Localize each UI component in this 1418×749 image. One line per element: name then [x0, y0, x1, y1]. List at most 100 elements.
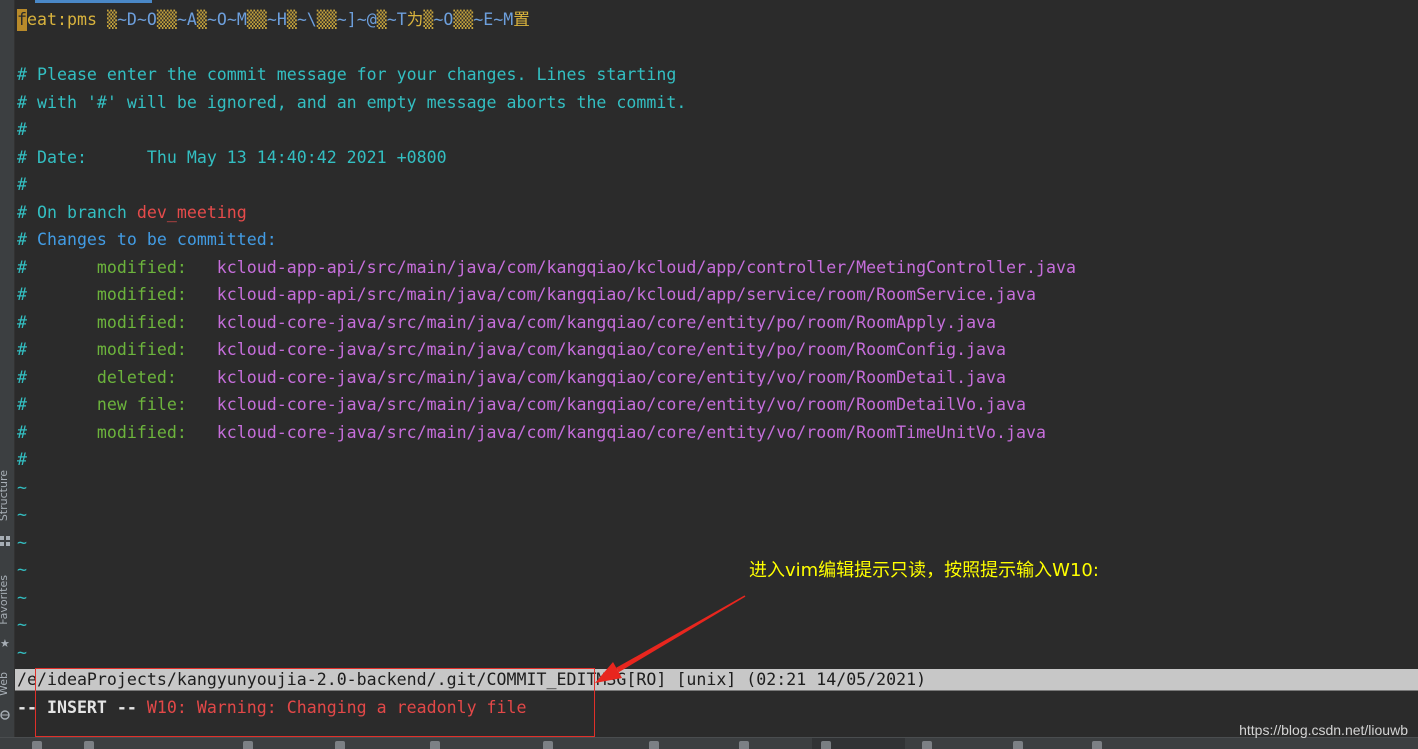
file-path: kcloud-core-java/src/main/java/com/kangq… — [216, 422, 1046, 442]
vim-empty-lines: ~ ~ ~ ~ ~ ~ ~ — [15, 474, 1418, 667]
garbled-bytes: ▒ — [196, 10, 207, 30]
control-chars: ~H — [266, 10, 287, 30]
tool-window-icon — [84, 741, 94, 749]
terminal-tab-indicator — [35, 0, 152, 3]
watermark: https://blog.csdn.net/liouwb — [1239, 722, 1408, 738]
empty-line-tilde: ~ — [17, 477, 27, 497]
comment-text: # On branch — [17, 202, 137, 222]
empty-line-tilde: ~ — [17, 505, 27, 525]
tool-window-button[interactable] — [1092, 741, 1106, 749]
web-icon[interactable] — [0, 710, 10, 720]
commit-subject-line: f eat:pms ▒ ~D~O ▒▒ ~A ▒ ~O~M ▒▒ ~H ▒ ~\ ▒▒ ~]~@ ▒ ~T 为… — [15, 6, 1418, 34]
terminal-icon — [821, 741, 831, 749]
tool-window-button[interactable] — [739, 741, 753, 749]
changed-file-line: # modified: kcloud-core-java/src/main/java… — [15, 419, 1418, 447]
file-status: modified: — [96, 285, 187, 305]
empty-line-tilde: ~ — [17, 532, 27, 552]
sidebar-tab-web[interactable]: Web — [0, 672, 10, 696]
comment-hash: # — [17, 367, 27, 387]
annotation-note: 进入vim编辑提示只读，按照提示输入W10: — [749, 560, 1099, 581]
control-chars: ~T — [386, 10, 407, 30]
file-path: kcloud-app-api/src/main/java/com/kangqia… — [216, 257, 1076, 277]
file-status: modified: — [96, 340, 187, 360]
control-chars: ~D~O — [116, 10, 157, 30]
tool-window-icon — [739, 741, 749, 749]
changed-file-line: # modified: kcloud-app-api/src/main/java/c… — [15, 281, 1418, 309]
comment-line: # Please enter the commit message for yo… — [17, 65, 677, 85]
control-chars: ~]~@ — [336, 10, 377, 30]
comment-hash: # — [17, 312, 27, 332]
comment-hash: # — [17, 285, 27, 305]
tool-window-button[interactable] — [430, 741, 444, 749]
file-status: new file: — [96, 395, 187, 415]
empty-line-tilde: ~ — [17, 642, 27, 662]
comment-line: # — [17, 120, 27, 140]
tool-window-button[interactable] — [649, 741, 663, 749]
structure-icon[interactable] — [0, 536, 10, 546]
garbled-bytes: ▒ — [423, 10, 434, 30]
tool-window-icon — [649, 741, 659, 749]
text-cursor: f — [17, 9, 27, 31]
subject-text: 为 — [406, 10, 424, 30]
star-icon[interactable]: ★ — [0, 638, 10, 649]
changed-file-line: # new file: kcloud-core-java/src/main/java… — [15, 391, 1418, 419]
file-path: kcloud-core-java/src/main/java/com/kangq… — [216, 395, 1027, 415]
changed-file-line: # modified: kcloud-core-java/src/main/java… — [15, 336, 1418, 364]
tool-window-icon — [243, 741, 253, 749]
empty-line-tilde: ~ — [17, 615, 27, 635]
file-path: kcloud-core-java/src/main/java/com/kangq… — [216, 312, 997, 332]
garbled-bytes: ▒ — [106, 10, 117, 30]
tool-window-button[interactable] — [32, 741, 46, 749]
control-chars: ~O~M — [206, 10, 247, 30]
bottom-tool-window-bar — [0, 737, 1418, 749]
control-chars: ~E~M — [473, 10, 514, 30]
tool-window-button[interactable] — [335, 741, 349, 749]
tool-window-button[interactable] — [243, 741, 257, 749]
changes-heading-line: # Changes to be committed: — [15, 226, 1418, 254]
terminal-vim-editor[interactable]: f eat:pms ▒ ~D~O ▒▒ ~A ▒ ~O~M ▒▒ ~H ▒ ~\ ▒▒ ~]~@ ▒ ~T 为… — [15, 6, 1418, 721]
tool-window-icon — [430, 741, 440, 749]
garbled-bytes: ▒▒ — [156, 10, 177, 30]
comment-hash: # — [17, 422, 27, 442]
changes-heading: Changes to be committed: — [36, 230, 277, 250]
file-status: modified: — [96, 422, 187, 442]
file-status: deleted: — [96, 367, 177, 387]
annotation-highlight-box — [35, 668, 595, 737]
sidebar-tab-favorites[interactable]: Favorites — [0, 575, 10, 625]
tool-window-button[interactable] — [1013, 741, 1027, 749]
subject-text: 置 — [513, 10, 530, 30]
changed-file-line: # modified: kcloud-app-api/src/main/java/c… — [15, 254, 1418, 282]
tool-window-icon — [922, 741, 932, 749]
changed-file-line: # modified: kcloud-core-java/src/main/java… — [15, 309, 1418, 337]
empty-line-tilde: ~ — [17, 587, 27, 607]
comment-line: # — [17, 450, 27, 470]
garbled-bytes: ▒ — [286, 10, 297, 30]
branch-line: # On branch dev_meeting — [15, 199, 1418, 227]
changed-file-line: # deleted: kcloud-core-java/src/main/java/… — [15, 364, 1418, 392]
left-tool-window-bar: Structure Favorites ★ Web — [0, 0, 15, 737]
comment-line: # with '#' will be ignored, and an empty… — [17, 92, 687, 112]
file-path: kcloud-core-java/src/main/java/com/kangq… — [216, 367, 1007, 387]
branch-name: dev_meeting — [136, 202, 247, 222]
comment-line: # — [17, 175, 27, 195]
sidebar-tab-structure[interactable]: Structure — [0, 470, 10, 521]
tool-window-icon — [32, 741, 42, 749]
comment-hash: # — [17, 340, 27, 360]
tool-window-button[interactable] — [543, 741, 557, 749]
garbled-bytes: ▒▒ — [246, 10, 267, 30]
empty-line-tilde: ~ — [17, 560, 27, 580]
garbled-bytes: ▒▒ — [453, 10, 474, 30]
control-chars: ~\ — [296, 10, 317, 30]
tool-window-button[interactable] — [84, 741, 98, 749]
tool-window-button[interactable] — [922, 741, 936, 749]
garbled-bytes: ▒▒ — [316, 10, 337, 30]
file-path: kcloud-core-java/src/main/java/com/kangq… — [216, 340, 1007, 360]
tool-window-icon — [543, 741, 553, 749]
changed-files-list: # modified: kcloud-app-api/src/main/java/c… — [15, 254, 1418, 447]
commit-date-line: # Date: Thu May 13 14:40:42 2021 +0800 — [17, 147, 447, 167]
tool-window-icon — [1092, 741, 1102, 749]
subject-text: eat:pms — [27, 10, 107, 30]
tool-window-button[interactable] — [821, 741, 835, 749]
control-chars: ~O — [433, 10, 454, 30]
